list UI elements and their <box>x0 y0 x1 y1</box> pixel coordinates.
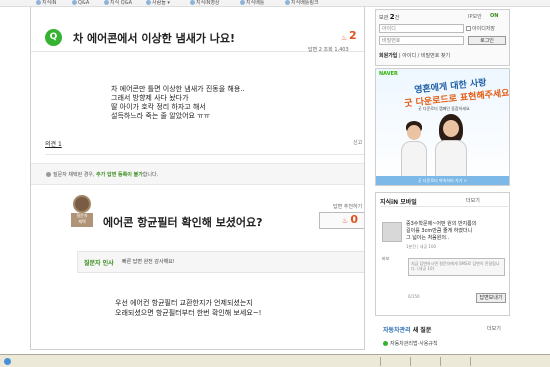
find-account-link[interactable]: 아이디 / 비밀번호 찾기 <box>402 53 450 59</box>
widget-divider <box>380 206 508 207</box>
nav-item-kin-qa[interactable]: 지식 Q&A <box>104 0 132 6</box>
login-button[interactable]: 로그인 <box>468 36 506 45</box>
question-stats: 답변 2 조회 1,403 <box>308 47 349 53</box>
recommend-label: 답변 추천하기 <box>333 204 363 210</box>
question-title: 차 에어콘에서 이상한 냄새가 나요! <box>73 32 236 45</box>
ad-footer-link[interactable]: 굿 다운로더 약속하러 가기 > <box>376 176 509 185</box>
people-icon <box>146 0 151 5</box>
kin-qa-icon <box>104 0 109 5</box>
char-count: 0/150 <box>408 294 420 299</box>
ip-security-toggle[interactable]: ON <box>490 13 498 19</box>
password-input[interactable]: 비밀번호 <box>379 36 464 45</box>
answer-title: 에어콘 항균필터 확인해 보셨어요? <box>103 216 263 229</box>
more-link[interactable]: 더보기 <box>466 197 480 204</box>
question-badge: Q <box>45 29 62 46</box>
nav-item-people[interactable]: 사람들 ▾ <box>146 0 170 6</box>
status-separator <box>440 357 441 366</box>
ad-person-image <box>401 121 427 181</box>
category-item[interactable]: 자동차관리법·사용규칙 <box>383 340 438 347</box>
asker-thanks-text: 빠른 답변 완전 감사해요! <box>122 259 175 265</box>
mobile-question-text[interactable]: 중3수학문제~어떤 원의 반지름의 길이를 3cm만큼 줄게 하였더니 그 넓이… <box>406 221 476 242</box>
nav-item-battle-link[interactable]: 지식배틀링크 <box>285 0 319 6</box>
status-separator <box>410 357 411 366</box>
save-id-checkbox[interactable]: 아이디저장 <box>466 25 495 32</box>
nav-item-kin[interactable]: 지식iN <box>36 0 56 6</box>
battle-link-icon <box>285 0 290 5</box>
answer-body: 우선 에어컨 항균필터 교환한지가 언제되셨는지 오래되셨으면 항균필터부터 한… <box>115 298 261 318</box>
question-body-line: 그래서 방향제 사다 놨다가 <box>111 94 189 102</box>
question-body-line: 차 에어콘만 틀면 이상한 냄새가 진동을 해용.. <box>111 85 245 93</box>
recommend-count: 0 <box>350 213 359 226</box>
ad-subtext: 굿 다운로더 캠페인 동참하세요 <box>418 106 470 111</box>
question-body-line: 딸 아이가 호칵 정리 하자고 해서 <box>111 103 206 111</box>
kin-icon <box>36 0 41 5</box>
medal-label: 질문자 채택 <box>71 213 93 227</box>
category-widget: 자동차관리 새 질문 더보기 자동차관리법·사용규칙 <box>375 320 510 350</box>
page-status-icon <box>4 358 11 365</box>
question-body-line: 설득하느라 죽는 줄 알았어요 ㅠㅠ <box>111 112 211 120</box>
medal-ring <box>73 195 91 213</box>
nav-item-qa[interactable]: Q&A <box>72 0 89 6</box>
question-score: 2 <box>349 29 357 42</box>
recommend-button[interactable]: ♨ 0 <box>319 212 364 229</box>
notice-text: 질문자 채택된 경우, 추가 답변 등록이 불가합니다. <box>53 172 159 178</box>
category-more-link[interactable]: 더보기 <box>487 325 501 332</box>
saved-count: 보관 2건 <box>379 13 400 21</box>
question-body: 차 에어콘만 틀면 이상한 냄새가 진동을 해용.. 그래서 방향제 사다 놨다… <box>111 85 245 121</box>
battle-icon <box>240 0 245 5</box>
info-icon <box>46 172 51 177</box>
status-separator <box>380 357 381 366</box>
head <box>407 125 421 140</box>
send-answer-button[interactable]: 답변보내기 <box>476 293 506 303</box>
join-link[interactable]: 회원가입 <box>379 53 397 59</box>
notice-bold: 추가 답변 등록이 불가 <box>96 172 143 178</box>
id-input[interactable]: 아이디 <box>379 24 464 33</box>
fire-icon: ♨ <box>341 217 349 225</box>
join-links: 회원가입 | 아이디 / 비밀번호 찾기 <box>379 53 451 59</box>
bullet-icon <box>383 341 388 346</box>
ip-security-label: IP보안 <box>468 14 482 20</box>
asker-thanks-label: 질문자 인사 <box>84 260 114 267</box>
answer-body-line: 오래되셨으면 항균필터부터 한번 확인해 보세요~! <box>115 309 262 317</box>
head <box>443 120 459 137</box>
browser-status-bar <box>0 354 550 367</box>
category-title: 자동차관리 새 질문 <box>383 327 432 334</box>
adoption-notice: 질문자 채택된 경우, 추가 답변 등록이 불가합니다. <box>31 163 364 185</box>
ad-person-image <box>434 114 468 182</box>
fire-icon: ♨ <box>341 34 348 42</box>
question-thumbnail <box>382 222 402 242</box>
answer-body-line: 우선 에어컨 항균필터 교환한지가 언제되셨는지 <box>115 299 253 307</box>
status-separator <box>470 357 471 366</box>
login-panel: 보관 2건 IP보안 ON 아이디 비밀번호 아이디저장 로그인 회원가입 | … <box>375 9 510 66</box>
top-nav: 지식iN Q&A 지식 Q&A 사람들 ▾ 지식iN영상 지식배틀 지식배틀링크 <box>0 0 550 7</box>
adopted-medal-icon: 질문자 채택 <box>71 195 93 229</box>
mobile-user-label: 바보 <box>382 256 390 261</box>
shirt <box>401 141 427 181</box>
asker-thanks: 질문자 인사 빠른 답변 완전 감사해요! <box>77 251 364 273</box>
opinion-link[interactable]: 의견 1 <box>45 139 62 148</box>
mobile-question-meta: 1분전 | 내공 100 <box>406 244 437 249</box>
main-content: Q 차 에어콘에서 이상한 냄새가 나요! ♨ 2 답변 2 조회 1,403 … <box>30 7 365 350</box>
widget-title: 지식iN 모바일 <box>380 199 417 206</box>
ad-banner[interactable]: NAVER 영혼에게 대한 사랑 굿 다운로드로 표현해주세요 굿 다운로더 캠… <box>375 68 510 186</box>
video-icon <box>190 0 195 5</box>
checkbox-icon <box>466 26 471 31</box>
naver-logo: NAVER <box>379 71 398 77</box>
nav-item-video[interactable]: 지식iN영상 <box>190 0 220 6</box>
nav-item-battle[interactable]: 지식배틀 <box>240 0 264 6</box>
qa-icon <box>72 0 77 5</box>
report-link[interactable]: 신고 <box>353 139 362 146</box>
opinion-row: 의견 1 신고 <box>45 135 364 155</box>
mobile-answer-input[interactable]: 지금 답변하시면 질문자에게 SMS로 답변이 전달됩니다. (내공 10) <box>408 258 505 276</box>
mobile-question-widget: 지식iN 모바일 더보기 중3수학문제~어떤 원의 반지름의 길이를 3cm만큼… <box>375 192 510 316</box>
